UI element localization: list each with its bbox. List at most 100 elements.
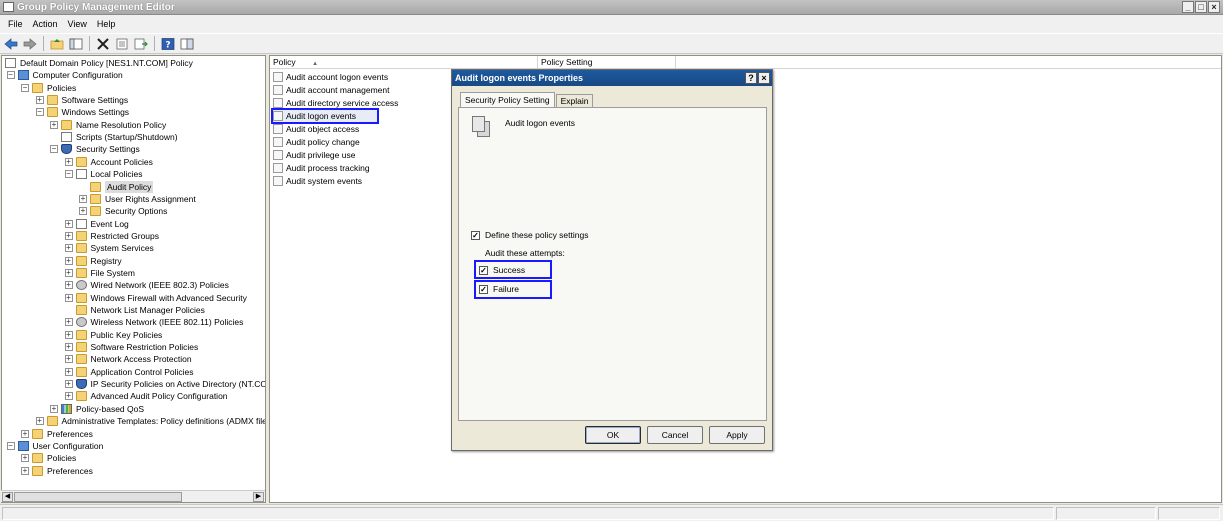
list-item[interactable]: Audit account management	[273, 84, 389, 96]
scroll-left-arrow-icon[interactable]: ◀	[2, 492, 13, 502]
apply-button[interactable]: Apply	[709, 426, 765, 444]
dialog-help-button[interactable]: ?	[745, 72, 757, 84]
expand-icon[interactable]: +	[64, 231, 73, 240]
expand-icon[interactable]: +	[21, 466, 29, 475]
tree-item[interactable]: + System Services	[64, 242, 154, 254]
tab-security-policy-setting[interactable]: Security Policy Setting	[460, 92, 555, 107]
tree-item[interactable]: − Policies	[21, 82, 76, 94]
expand-icon[interactable]: +	[64, 392, 73, 401]
export-list-icon[interactable]	[133, 36, 149, 52]
tree-item[interactable]: + Security Options	[79, 205, 167, 217]
scrollbar-thumb[interactable]	[14, 492, 182, 502]
expand-icon[interactable]: +	[64, 380, 73, 389]
column-header-policy[interactable]: Policy ▲	[270, 56, 538, 69]
expand-icon[interactable]: +	[64, 293, 73, 302]
tree-item[interactable]: + Wireless Network (IEEE 802.11) Policies	[64, 316, 243, 328]
tree-item[interactable]: + Preferences	[21, 465, 93, 477]
tree-item[interactable]: Network List Manager Policies	[65, 304, 205, 316]
list-item[interactable]: Audit directory service access	[273, 97, 398, 109]
tree-item[interactable]: + Event Log	[64, 218, 129, 230]
expand-icon[interactable]: +	[50, 404, 58, 413]
tree-item[interactable]: Scripts (Startup/Shutdown)	[50, 131, 178, 143]
expand-icon[interactable]: +	[21, 454, 29, 463]
up-folder-icon[interactable]	[49, 36, 65, 52]
expand-icon[interactable]: +	[64, 219, 73, 228]
collapse-icon[interactable]: −	[35, 108, 44, 117]
minimize-button[interactable]: _	[1182, 1, 1194, 13]
expand-icon[interactable]: +	[35, 417, 44, 426]
delete-icon[interactable]	[95, 36, 111, 52]
failure-row[interactable]: ✓ Failure	[479, 284, 519, 294]
tree-item[interactable]: + File System	[64, 267, 135, 279]
properties-icon[interactable]	[114, 36, 130, 52]
tree-item[interactable]: + User Rights Assignment	[79, 193, 196, 205]
tree-item[interactable]: + Administrative Templates: Policy defini…	[35, 415, 265, 427]
tree-item[interactable]: + Restricted Groups	[64, 230, 159, 242]
list-item[interactable]: Audit logon events	[271, 108, 379, 124]
expand-icon[interactable]: +	[50, 120, 58, 129]
tree-horizontal-scrollbar[interactable]: ◀ ▶	[1, 490, 265, 502]
tree-item[interactable]: + Policy-based QoS	[50, 403, 144, 415]
console-tree[interactable]: Default Domain Policy [NES1.NT.COM] Poli…	[1, 55, 266, 503]
tree-item[interactable]: + Preferences	[21, 428, 93, 440]
tree-item[interactable]: − Local Policies	[64, 168, 142, 180]
view-pane-icon[interactable]	[179, 36, 195, 52]
tree-item[interactable]: + Application Control Policies	[64, 366, 194, 378]
list-item[interactable]: Audit system events	[273, 175, 362, 187]
expand-icon[interactable]: +	[64, 244, 73, 253]
tree-item[interactable]: − Computer Configuration	[6, 69, 123, 81]
list-item[interactable]: Audit account logon events	[273, 71, 388, 83]
tree-item[interactable]: + Public Key Policies	[64, 329, 162, 341]
tree-item[interactable]: Audit Policy	[79, 180, 154, 193]
expand-icon[interactable]: +	[79, 194, 87, 203]
success-checkbox[interactable]: ✓	[479, 265, 488, 275]
list-item[interactable]: Audit privilege use	[273, 149, 355, 161]
help-icon[interactable]: ?	[160, 36, 176, 52]
list-item[interactable]: Audit process tracking	[273, 162, 370, 174]
expand-icon[interactable]: +	[64, 355, 73, 364]
expand-icon[interactable]: +	[64, 367, 73, 376]
tree-item[interactable]: Default Domain Policy [NES1.NT.COM] Poli…	[5, 57, 193, 69]
ok-button[interactable]: OK	[585, 426, 641, 444]
tree-item[interactable]: + Name Resolution Policy	[50, 119, 166, 131]
tree-item[interactable]: + Policies	[21, 452, 76, 464]
expand-icon[interactable]: +	[79, 207, 87, 216]
list-item[interactable]: Audit policy change	[273, 136, 360, 148]
column-header-policy-setting[interactable]: Policy Setting	[538, 56, 676, 69]
menu-view[interactable]: View	[63, 16, 92, 32]
tree-item[interactable]: + Wired Network (IEEE 802.3) Policies	[64, 279, 229, 291]
collapse-icon[interactable]: −	[50, 145, 58, 154]
expand-icon[interactable]: +	[64, 330, 73, 339]
menu-help[interactable]: Help	[92, 16, 121, 32]
define-settings-row[interactable]: ✓ Define these policy settings	[471, 230, 588, 240]
tab-explain[interactable]: Explain	[555, 94, 594, 107]
failure-checkbox[interactable]: ✓	[479, 284, 488, 294]
collapse-icon[interactable]: −	[64, 170, 73, 179]
close-button[interactable]: ×	[1208, 1, 1220, 13]
collapse-icon[interactable]: −	[6, 441, 15, 450]
tree-item[interactable]: + Advanced Audit Policy Configuration	[64, 390, 228, 402]
expand-icon[interactable]: +	[64, 256, 73, 265]
menu-action[interactable]: Action	[28, 16, 63, 32]
expand-icon[interactable]: +	[64, 318, 73, 327]
expand-icon[interactable]: +	[21, 429, 29, 438]
tree-item[interactable]: − Security Settings	[50, 143, 140, 155]
scroll-right-arrow-icon[interactable]: ▶	[253, 492, 264, 502]
menu-file[interactable]: File	[3, 16, 28, 32]
expand-icon[interactable]: +	[64, 343, 73, 352]
tree-item[interactable]: + Registry	[64, 255, 122, 267]
expand-icon[interactable]: +	[64, 157, 73, 166]
cancel-button[interactable]: Cancel	[647, 426, 703, 444]
success-row[interactable]: ✓ Success	[479, 265, 525, 275]
tree-item[interactable]: + IP Security Policies on Active Director…	[64, 378, 265, 390]
tree-item[interactable]: + Account Policies	[64, 156, 153, 168]
back-arrow-icon[interactable]	[3, 36, 19, 52]
expand-icon[interactable]: +	[35, 96, 44, 105]
expand-icon[interactable]: +	[64, 268, 73, 277]
tree-item[interactable]: + Software Settings	[35, 94, 128, 106]
define-settings-checkbox[interactable]: ✓	[471, 230, 480, 240]
list-item[interactable]: Audit object access	[273, 123, 359, 135]
tree-item[interactable]: − User Configuration	[6, 440, 103, 452]
maximize-button[interactable]: □	[1195, 1, 1207, 13]
show-hide-tree-icon[interactable]	[68, 36, 84, 52]
